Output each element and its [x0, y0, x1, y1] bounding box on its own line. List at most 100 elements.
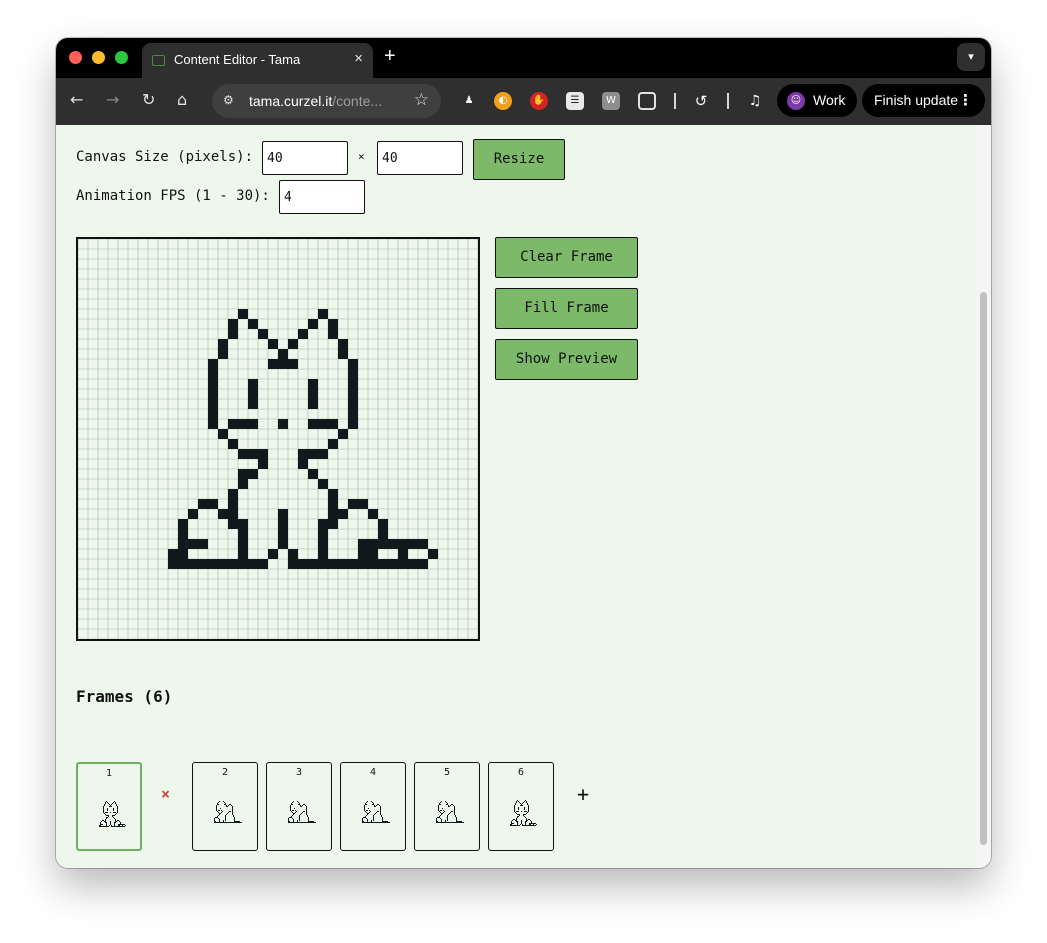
extension-puzzle-badge-icon[interactable]: ♟: [460, 92, 478, 110]
pixel-canvas-drawing[interactable]: [77, 238, 479, 640]
pixel: [514, 808, 515, 809]
frame-thumbnail-6[interactable]: 6: [488, 762, 554, 851]
pixel: [230, 822, 231, 823]
pixel: [524, 801, 525, 802]
pixel: [120, 824, 121, 825]
pixel: [514, 806, 515, 807]
frame-thumbnail-2[interactable]: 2: [192, 762, 258, 851]
bookmark-star-icon[interactable]: ☆: [414, 90, 429, 110]
extension-list-icon[interactable]: ☰: [566, 92, 584, 110]
pixel: [208, 399, 218, 409]
pixel: [178, 539, 188, 549]
browser-tab[interactable]: Content Editor - Tama ×: [142, 43, 373, 78]
extensions-icon[interactable]: [638, 92, 656, 110]
pixel: [445, 820, 446, 821]
pixel: [301, 822, 302, 823]
pixel: [531, 825, 532, 826]
extension-w-icon[interactable]: W: [602, 92, 620, 110]
canvas-width-input[interactable]: [262, 141, 348, 175]
toolbar-divider: [727, 93, 729, 109]
finish-update-button[interactable]: Finish update ⋮: [862, 84, 985, 117]
pixel: [318, 559, 328, 569]
pixel: [238, 549, 248, 559]
pixel: [308, 469, 318, 479]
pixel: [248, 389, 258, 399]
delete-frame-icon[interactable]: ×: [161, 785, 170, 803]
extension-stop-icon[interactable]: ✋: [530, 92, 548, 110]
pixel: [219, 801, 220, 802]
pixel: [518, 816, 519, 817]
site-info-icon[interactable]: ⚙: [223, 93, 234, 107]
url-text[interactable]: tama.curzel.it/conte...: [249, 93, 382, 109]
pixel: [299, 803, 300, 804]
page-content: Canvas Size (pixels): × Resize Animation…: [56, 125, 976, 868]
pixel: [214, 818, 215, 819]
pixel: [456, 821, 457, 822]
tab-strip: Content Editor - Tama × + ▾: [56, 38, 991, 78]
close-window-button[interactable]: [69, 51, 82, 64]
pixel: [363, 821, 364, 822]
pixel: [520, 824, 521, 825]
pixel: [378, 559, 388, 569]
pixel: [306, 808, 307, 809]
more-menu-icon[interactable]: ⋮: [958, 91, 973, 109]
clear-frame-button[interactable]: Clear Frame: [495, 237, 638, 278]
fps-input[interactable]: [279, 180, 365, 214]
reload-icon[interactable]: ↻: [142, 90, 155, 110]
pixel: [297, 820, 298, 821]
pixel: [119, 826, 120, 827]
pixel: [532, 823, 533, 824]
frame-thumbnail-5[interactable]: 5: [414, 762, 480, 851]
pixel: [305, 822, 306, 823]
pixel: [99, 825, 100, 826]
pixel: [449, 806, 450, 807]
pixel: [373, 804, 374, 805]
pixel-canvas[interactable]: [76, 237, 480, 641]
pixel: [447, 820, 448, 821]
fill-frame-button[interactable]: Fill Frame: [495, 288, 638, 329]
pixel: [110, 821, 111, 822]
tab-close-icon[interactable]: ×: [354, 50, 363, 67]
page-scrollbar[interactable]: [976, 125, 991, 868]
pixel: [100, 826, 101, 827]
home-icon[interactable]: ⌂: [177, 90, 187, 110]
profile-button[interactable]: ☺ Work: [777, 84, 857, 117]
tab-search-chevron-icon[interactable]: ▾: [957, 43, 985, 71]
pixel: [378, 822, 379, 823]
pixel: [225, 822, 226, 823]
back-icon[interactable]: ←: [70, 90, 83, 110]
pixel: [109, 806, 110, 807]
history-icon[interactable]: ↺: [692, 92, 710, 110]
pixel: [288, 821, 289, 822]
pixel: [225, 816, 226, 817]
maximize-window-button[interactable]: [115, 51, 128, 64]
show-preview-button[interactable]: Show Preview: [495, 339, 638, 380]
pixel: [121, 826, 122, 827]
add-frame-button[interactable]: +: [577, 782, 589, 806]
pixel: [525, 824, 526, 825]
extension-moon-icon[interactable]: ◐: [494, 92, 512, 110]
forward-icon[interactable]: →: [106, 90, 119, 110]
pixel: [225, 815, 226, 816]
pixel: [526, 818, 527, 819]
canvas-height-input[interactable]: [377, 141, 463, 175]
pixel: [368, 559, 378, 569]
pixel: [516, 821, 517, 822]
pixel: [297, 821, 298, 822]
address-bar[interactable]: ⚙ tama.curzel.it/conte... ☆: [212, 84, 441, 118]
pixel: [378, 804, 379, 805]
minimize-window-button[interactable]: [92, 51, 105, 64]
frame-thumbnail-1[interactable]: 1: [76, 762, 142, 851]
new-tab-button[interactable]: +: [384, 45, 396, 68]
pixel: [215, 822, 216, 823]
pixel: [208, 409, 218, 419]
pixel: [303, 811, 304, 812]
frame-thumbnail-3[interactable]: 3: [266, 762, 332, 851]
browser-window: Content Editor - Tama × + ▾ ← → ↻ ⌂ ⚙ ta…: [56, 38, 991, 868]
pixel: [377, 811, 378, 812]
frame-thumbnail-4[interactable]: 4: [340, 762, 406, 851]
resize-button[interactable]: Resize: [473, 139, 565, 180]
scrollbar-thumb[interactable]: [980, 292, 987, 845]
media-controls-icon[interactable]: ♫: [746, 92, 764, 110]
pixel: [511, 822, 512, 823]
